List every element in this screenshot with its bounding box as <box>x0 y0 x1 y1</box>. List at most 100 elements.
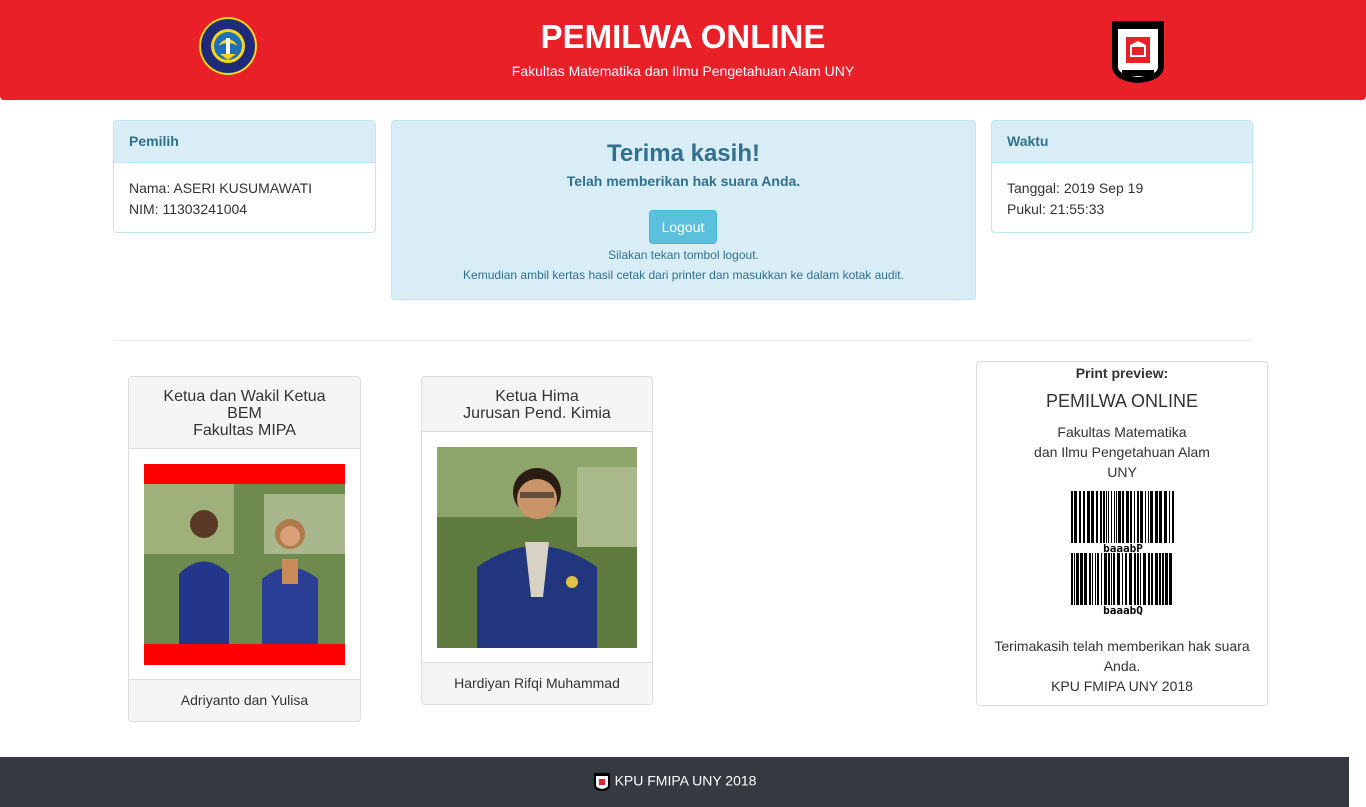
thanks-line: Anda. <box>1103 658 1141 674</box>
barcode-2: baaabQ <box>1071 553 1175 616</box>
barcode-bar <box>1140 553 1141 605</box>
barcode-bar <box>1108 553 1110 605</box>
barcode-bar <box>1148 491 1149 543</box>
barcode-bar <box>1134 491 1135 543</box>
print-preview: Print preview: PEMILWA ONLINE Fakultas M… <box>976 361 1268 706</box>
voter-panel: Pemilih Nama: ASERI KUSUMAWATI NIM: 1130… <box>113 120 376 233</box>
barcode-2-label: baaabQ <box>1103 604 1143 617</box>
barcode-bar <box>1162 553 1164 605</box>
candidate-card-heading: Ketua dan Wakil Ketua BEM Fakultas MIPA <box>129 377 360 449</box>
barcode-bar <box>1151 553 1153 605</box>
site-footer: KPU FMIPA UNY 2018 <box>0 757 1349 807</box>
barcode-bar <box>1092 553 1093 605</box>
candidate-name: Hardiyan Rifqi Muhammad <box>422 662 652 704</box>
kpu-logo-icon <box>593 773 610 791</box>
candidate-photo <box>437 447 637 648</box>
barcode-bar <box>1117 553 1120 605</box>
barcode-bar <box>1172 491 1174 543</box>
barcode-bar <box>1104 553 1107 605</box>
heading-line: Ketua dan Wakil Ketua <box>163 388 326 405</box>
subtitle-line: dan Ilmu Pengetahuan Alam <box>1034 444 1210 460</box>
barcode-bar <box>1145 491 1146 543</box>
barcode-bar <box>1125 553 1127 605</box>
barcode-bar <box>1118 491 1121 543</box>
site-header: PEMILWA ONLINE Fakultas Matematika dan I… <box>0 0 1366 100</box>
barcode-bar <box>1159 553 1161 605</box>
barcode-bar <box>1150 491 1153 543</box>
voter-nim: NIM: 11303241004 <box>129 201 248 217</box>
barcode-bar <box>1095 553 1096 605</box>
barcode-bar <box>1100 491 1102 543</box>
barcode-bar <box>1096 491 1098 543</box>
barcode-bar <box>1103 491 1105 543</box>
barcode-bar <box>1101 553 1102 605</box>
subtitle-line: UNY <box>1107 464 1137 480</box>
barcode-bar <box>1122 553 1123 605</box>
print-preview-title: PEMILWA ONLINE <box>1045 391 1199 411</box>
date-value: Tanggal: 2019 Sep 19 <box>1007 180 1144 196</box>
print-preview-subtitle: Fakultas Matematika dan Ilmu Pengetahuan… <box>977 422 1267 482</box>
barcode-bar <box>1087 491 1090 543</box>
time-value: Pukul: 21:55:33 <box>1007 201 1105 217</box>
barcode-bar <box>1165 553 1168 605</box>
barcode-bar <box>1083 491 1085 543</box>
time-panel: Waktu Tanggal: 2019 Sep 19 Pukul: 21:55:… <box>991 120 1253 233</box>
barcode-bar <box>1148 553 1150 605</box>
thank-you-alert: Terima kasih! Telah memberikan hak suara… <box>391 120 976 300</box>
candidate-pair-photo <box>144 464 345 665</box>
barcode-bar <box>1134 553 1136 605</box>
barcode-bar <box>1084 553 1087 605</box>
barcode-bar <box>1080 553 1083 605</box>
heading-line: Fakultas MIPA <box>193 422 296 439</box>
barcode-bar <box>1116 491 1117 543</box>
heading-line: BEM <box>227 405 262 422</box>
heading-line: Jurusan Pend. Kimia <box>463 405 611 422</box>
footer-text: KPU FMIPA UNY 2018 <box>614 772 757 789</box>
barcode-bar <box>1137 491 1139 543</box>
thank-you-subtitle: Telah memberikan hak suara Anda. <box>566 173 801 189</box>
barcode-bar <box>1113 553 1115 605</box>
thanks-line: Terimakasih telah memberikan hak suara <box>994 638 1250 654</box>
barcode-bar <box>1169 491 1170 543</box>
logout-button[interactable]: Logout <box>649 210 717 244</box>
barcode-bar <box>1169 553 1172 605</box>
barcode-bar <box>1089 553 1091 605</box>
divider <box>113 340 1253 341</box>
heading-line: Ketua Hima <box>495 388 579 405</box>
barcode-bar <box>1155 553 1158 605</box>
print-preview-label: Print preview: <box>1075 365 1169 381</box>
barcode-bar <box>1111 553 1112 605</box>
barcode-bar <box>1126 491 1129 543</box>
voter-panel-heading: Pemilih <box>114 121 375 163</box>
kpu-logo-icon <box>1112 21 1164 83</box>
print-preview-thanks: Terimakasih telah memberikan hak suara A… <box>977 636 1267 696</box>
barcode-bar <box>1159 491 1162 543</box>
logout-instruction: Silakan tekan tombol logout. <box>608 248 759 262</box>
barcode-2-bars <box>1071 553 1172 605</box>
barcode-bar <box>1111 491 1112 543</box>
barcode-bar <box>1164 491 1167 543</box>
barcode-bar <box>1114 491 1115 543</box>
barcode-bar <box>1071 553 1073 605</box>
candidate-card-bem: Ketua dan Wakil Ketua BEM Fakultas MIPA … <box>128 376 361 722</box>
subtitle-line: Fakultas Matematika <box>1057 424 1187 440</box>
barcode-1-bars <box>1071 491 1174 543</box>
barcode-bar <box>1106 491 1107 543</box>
barcode-bar <box>1079 491 1081 543</box>
barcode-bar <box>1091 491 1094 543</box>
barcode-bar <box>1129 553 1132 605</box>
barcode-bar <box>1140 491 1143 543</box>
barcode-bar <box>1076 553 1079 605</box>
barcode-bar <box>1143 553 1146 605</box>
barcode-bar <box>1137 553 1139 605</box>
barcode-bar <box>1155 491 1158 543</box>
candidate-card-heading: Ketua Hima Jurusan Pend. Kimia <box>422 377 652 432</box>
barcode-bar <box>1130 491 1132 543</box>
barcode-bar <box>1074 491 1077 543</box>
barcode-1: baaabP <box>1071 491 1175 554</box>
candidate-name: Adriyanto dan Yulisa <box>129 679 360 721</box>
thank-you-title: Terima kasih! <box>607 140 760 167</box>
thanks-line: KPU FMIPA UNY 2018 <box>1051 678 1193 694</box>
barcode-bar <box>1108 491 1109 543</box>
audit-instruction: Kemudian ambil kertas hasil cetak dari p… <box>463 268 904 282</box>
